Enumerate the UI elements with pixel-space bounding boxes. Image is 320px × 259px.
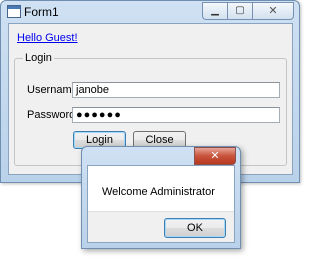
message-box-dialog: ✕ Welcome Administrator OK [81, 146, 241, 249]
maximize-button[interactable]: ▢ [227, 2, 252, 20]
message-box-controls: ✕ [194, 147, 236, 165]
maximize-icon: ▢ [235, 5, 245, 16]
password-field[interactable]: ●●●●●● [72, 107, 280, 123]
message-box-footer: OK [88, 211, 234, 242]
window-controls: ▁ ▢ ✕ [202, 2, 294, 20]
close-icon: ✕ [210, 149, 220, 162]
minimize-button[interactable]: ▁ [202, 2, 227, 20]
window-title: Form1 [24, 5, 59, 19]
close-icon: ✕ [268, 4, 278, 17]
form1-titlebar[interactable]: Form1 ▁ ▢ ✕ [1, 1, 299, 23]
form-window-icon [7, 5, 21, 18]
username-field[interactable]: janobe [72, 82, 280, 98]
minimize-icon: ▁ [211, 5, 219, 16]
hello-guest-link[interactable]: Hello Guest! [17, 32, 78, 44]
close-window-button[interactable]: ✕ [252, 2, 294, 20]
message-box-close-button[interactable]: ✕ [194, 147, 236, 165]
message-box-client-area: Welcome Administrator OK [87, 165, 235, 243]
message-text: Welcome Administrator [102, 186, 215, 198]
ok-button[interactable]: OK [164, 218, 226, 238]
login-group-title: Login [23, 52, 54, 64]
